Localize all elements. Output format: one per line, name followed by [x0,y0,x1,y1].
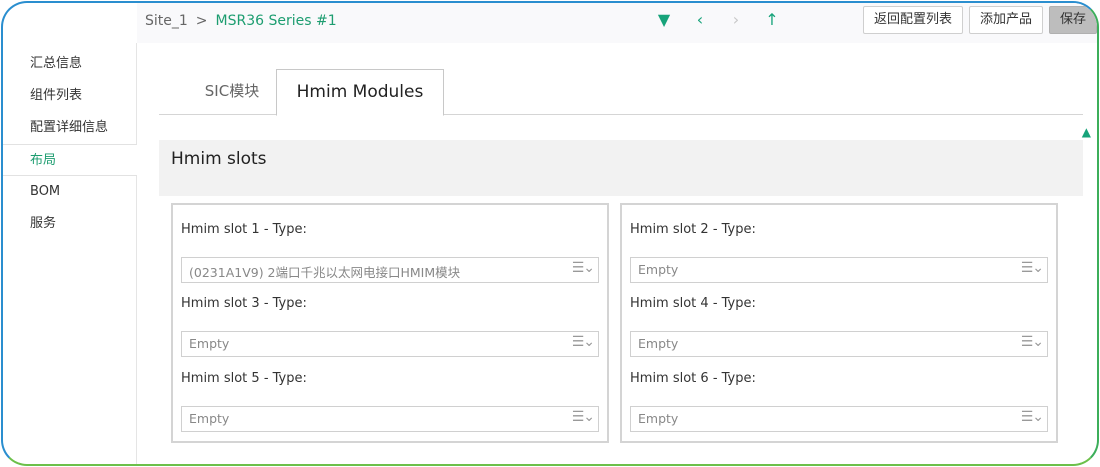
breadcrumb: Site_1 > MSR36 Series #1 [145,11,337,31]
slot-6-select[interactable]: Empty ☰⌄ [630,406,1048,432]
back-to-config-list-button[interactable]: 返回配置列表 [862,6,963,34]
app-window: Site_1 > MSR36 Series #1 ▼ ‹ › ↑ 返回配置列表 添加… [1,1,1099,466]
save-button[interactable]: 保存 [1048,6,1097,34]
sidebar-item-layout[interactable]: 布局 [3,144,137,176]
slot-label: Hmim slot 3 - Type: [181,296,307,311]
slot-group: Hmim slot 6 - Type: Empty ☰⌄ [630,354,1048,432]
slot-value: Empty [189,411,230,426]
main-content: SIC模块 Hmim Modules ▲ Hmim slots Hmim slo… [159,43,1091,464]
section-header: Hmim slots [159,140,1083,196]
slot-group: Hmim slot 4 - Type: Empty ☰⌄ [630,279,1048,357]
sidebar-item-summary[interactable]: 汇总信息 [3,48,136,80]
add-product-button[interactable]: 添加产品 [968,6,1043,34]
chevron-right-icon[interactable]: › [729,9,743,31]
slot-label: Hmim slot 6 - Type: [630,371,756,386]
slot-group: Hmim slot 5 - Type: Empty ☰⌄ [181,354,599,432]
list-chevron-down-icon: ☰⌄ [1020,334,1044,350]
sidebar: 汇总信息 组件列表 配置详细信息 布局 BOM 服务 [3,43,137,464]
slot-label: Hmim slot 4 - Type: [630,296,756,311]
slot-group: Hmim slot 3 - Type: Empty ☰⌄ [181,279,599,357]
slot-group: Hmim slot 2 - Type: Empty ☰⌄ [630,205,1048,283]
slot-label: Hmim slot 1 - Type: [181,222,307,237]
breadcrumb-site-link[interactable]: Site_1 [145,13,188,29]
tab-bar: SIC模块 Hmim Modules [159,65,1083,116]
sidebar-item-config-details[interactable]: 配置详细信息 [3,112,136,144]
slot-5-select[interactable]: Empty ☰⌄ [181,406,599,432]
tab-hmim-modules[interactable]: Hmim Modules [276,69,444,116]
list-chevron-down-icon: ☰⌄ [1020,409,1044,425]
list-chevron-down-icon: ☰⌄ [571,334,595,350]
tab-sic-modules[interactable]: SIC模块 [189,69,275,115]
slot-value: Empty [638,411,679,426]
nav-icons: ▼ ‹ › ↑ [657,9,779,31]
slot-value: Empty [189,336,230,351]
sidebar-item-service[interactable]: 服务 [3,208,136,240]
sidebar-item-component-list[interactable]: 组件列表 [3,80,136,112]
slot-label: Hmim slot 5 - Type: [181,371,307,386]
breadcrumb-separator: > [195,13,208,29]
breadcrumb-current[interactable]: MSR36 Series #1 [216,13,337,29]
list-chevron-down-icon: ☰⌄ [571,409,595,425]
arrow-up-icon[interactable]: ↑ [765,9,779,31]
section-title: Hmim slots [171,149,267,169]
slot-group: Hmim slot 1 - Type: (0231A1V9) 2端口千兆以太网电… [181,205,599,283]
list-chevron-down-icon: ☰⌄ [571,260,595,276]
sidebar-item-bom[interactable]: BOM [3,176,136,208]
filter-down-icon[interactable]: ▼ [657,9,671,31]
chevron-left-icon[interactable]: ‹ [693,9,707,31]
slot-label: Hmim slot 2 - Type: [630,222,756,237]
slot-panel-left: Hmim slot 1 - Type: (0231A1V9) 2端口千兆以太网电… [171,203,609,443]
collapse-up-icon[interactable]: ▲ [1082,125,1091,139]
slot-panel-right: Hmim slot 2 - Type: Empty ☰⌄ Hmim slot 4… [620,203,1058,443]
slot-value: Empty [638,336,679,351]
top-bar: Site_1 > MSR36 Series #1 ▼ ‹ › ↑ 返回配置列表 添加… [137,3,1097,43]
slot-value: Empty [638,262,679,277]
toolbar: 返回配置列表 添加产品 保存 [862,6,1097,34]
list-chevron-down-icon: ☰⌄ [1020,260,1044,276]
